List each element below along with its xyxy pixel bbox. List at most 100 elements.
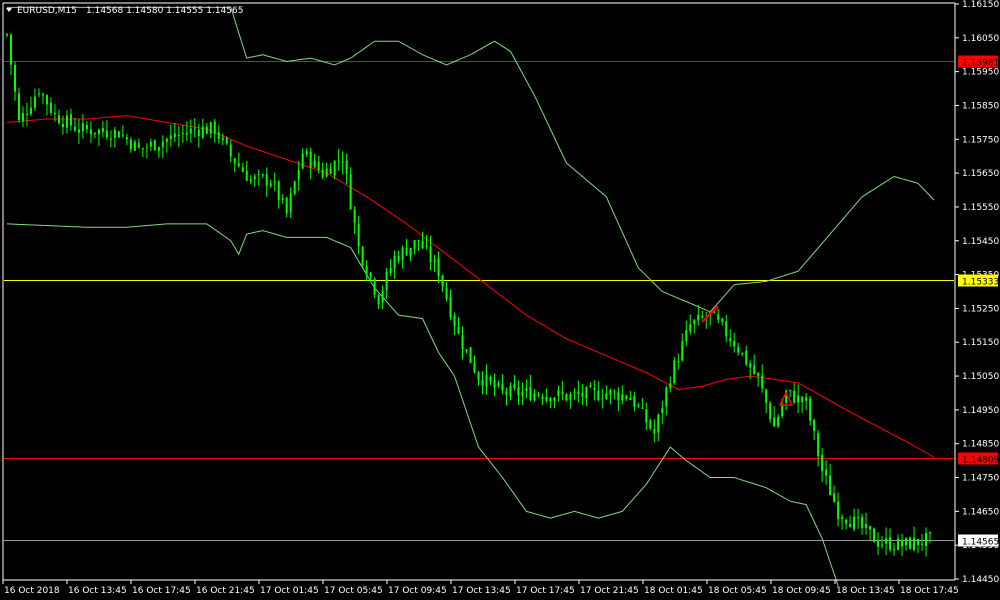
candle-body [345,160,348,174]
candle-body [525,387,528,392]
candle-body [613,391,616,393]
ohlc-readout: 1.14568 1.14580 1.14555 1.14565 [86,6,243,16]
candle-body [893,549,896,551]
candle-body [61,123,64,128]
candle-body [45,95,48,105]
candle[interactable] [909,536,912,550]
candle-body [825,469,828,476]
candle-body [725,321,728,337]
y-tick-label: 1.14450 [962,575,999,585]
candle-body [753,365,756,374]
candle[interactable] [117,130,120,138]
candle-body [457,326,460,334]
candle-body [353,209,356,223]
candle-body [125,137,128,140]
candle-body [653,428,656,434]
candle-body [421,240,424,248]
candle-body [801,397,804,403]
candle-body [633,396,636,407]
candle-body [285,197,288,213]
candle-body [181,132,184,134]
candle-body [881,544,884,546]
x-tick-label: 16 Oct 13:45 [68,586,127,596]
candle-body [521,392,524,397]
y-tick-label: 1.16050 [962,34,999,44]
candle-body [157,146,160,151]
candle-body [77,129,80,133]
candle-body [153,140,156,151]
candle-body [81,122,84,132]
candle-body [89,129,92,135]
candle-body [69,114,72,126]
candle-body [629,397,632,400]
candle-body [213,121,216,134]
candle-body [861,516,864,528]
y-tick-label: 1.15450 [962,237,999,247]
y-tick-label: 1.14750 [962,474,999,484]
candle-body [373,278,376,295]
candle-body [381,290,384,303]
y-tick-label: 1.15150 [962,338,999,348]
candle-body [65,115,68,128]
candle-body [73,126,76,131]
candle-body [109,138,112,140]
x-tick-label: 17 Oct 17:45 [516,586,575,596]
candle-body [29,107,32,115]
candle-body [465,349,468,352]
candle-body [513,384,516,388]
candle-body [481,379,484,387]
candle-body [561,391,564,394]
x-tick-label: 18 Oct 09:45 [772,586,831,596]
candle[interactable] [673,356,676,385]
chart-background [0,0,1000,600]
candle-body [913,537,916,550]
candle[interactable] [469,347,472,364]
candle-body [729,338,732,342]
candle-body [177,134,180,137]
candle-body [593,387,596,390]
price-line-label: 1.15333 [962,278,999,288]
candle-body [669,383,672,389]
candle-body [857,517,860,519]
candle-body [805,397,808,401]
candle[interactable] [153,139,156,151]
candle-body [145,147,148,149]
candle-body [585,387,588,399]
candle-body [849,524,852,528]
candle-body [493,380,496,388]
candle-body [317,161,320,170]
candle-body [369,272,372,278]
candle-body [189,128,192,134]
candle-body [461,335,464,350]
candle-body [761,375,764,389]
candle-body [101,128,104,132]
candle-body [85,124,88,129]
candle-body [565,393,568,401]
candle[interactable] [293,180,296,196]
y-tick-label: 1.15550 [962,203,999,213]
candle-body [281,198,284,200]
candle-body [229,144,232,157]
price-chart[interactable]: 1.16150 1.16050 1.15950 1.15850 1.15750 1.156… [0,0,1000,600]
candle-body [901,540,904,547]
candle-body [449,296,452,318]
candle-body [269,183,272,187]
candle[interactable] [873,527,876,543]
price-line-label: 1.14565 [962,538,999,548]
candle-body [609,389,612,395]
candle-body [601,398,604,400]
candle-body [541,396,544,400]
candle-body [25,113,28,115]
candle-body [277,181,280,201]
candle-body [137,143,140,148]
candle-body [325,168,328,177]
x-tick-label: 17 Oct 01:45 [260,586,319,596]
candle-body [121,135,124,137]
candle-body [425,245,428,247]
candle-body [569,393,572,400]
candle-body [661,408,664,413]
candle-body [117,131,120,138]
candle-body [13,64,16,92]
candle-body [301,153,304,169]
chart-header[interactable]: EURUSD,M15 1.14568 1.14580 1.14555 1.145… [6,6,243,16]
